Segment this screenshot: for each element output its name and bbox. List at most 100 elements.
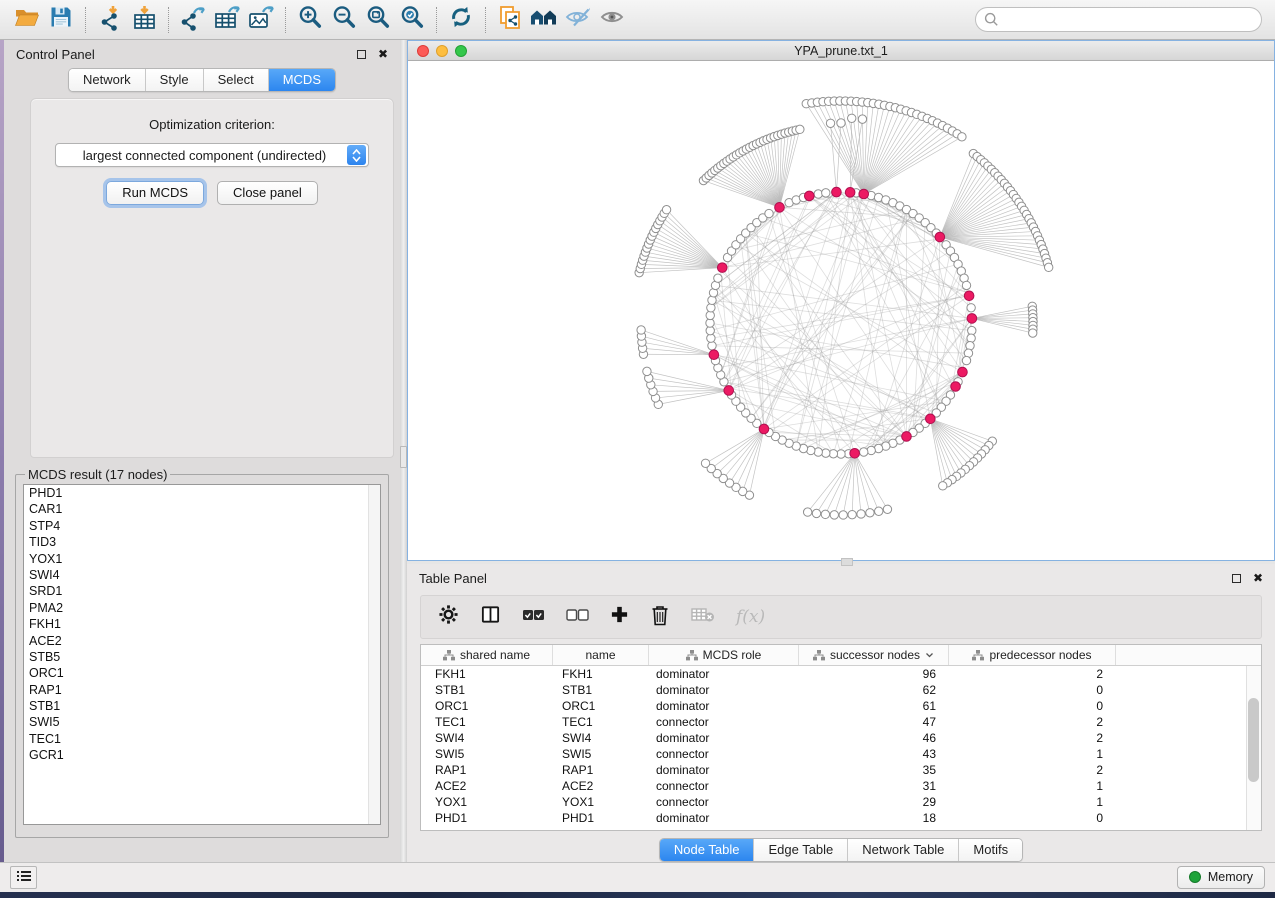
hide-selected-button[interactable] [561, 5, 595, 35]
table-scrollbar-thumb[interactable] [1248, 698, 1259, 782]
mcds-result-item[interactable]: FKH1 [24, 616, 380, 632]
export-image-button[interactable] [244, 5, 278, 35]
export-network-button[interactable] [176, 5, 210, 35]
export-table-button[interactable] [210, 5, 244, 35]
open-file-button[interactable] [10, 5, 44, 35]
table-row[interactable]: STB1STB1dominator620 [421, 682, 1261, 698]
tab-motifs[interactable]: Motifs [958, 839, 1022, 861]
maximize-window-icon[interactable] [455, 45, 467, 57]
splitter-grip[interactable] [841, 558, 853, 566]
control-panel: Control Panel ✖ Network Style Select MCD… [4, 40, 400, 862]
network-canvas[interactable] [408, 61, 1274, 560]
table-cell: ORC1 [553, 699, 649, 713]
close-window-icon[interactable] [417, 45, 429, 57]
delete-column-button[interactable] [650, 604, 670, 631]
mcds-result-item[interactable]: PMA2 [24, 600, 380, 616]
horizontal-splitter[interactable] [407, 561, 1275, 564]
table-settings-button[interactable] [438, 604, 459, 630]
vertical-splitter[interactable] [400, 40, 407, 862]
dropdown-stepper-icon [347, 145, 366, 165]
table-row[interactable]: RAP1RAP1dominator352 [421, 762, 1261, 778]
mcds-result-item[interactable]: YOX1 [24, 551, 380, 567]
mcds-result-item[interactable]: SWI5 [24, 714, 380, 730]
tab-select[interactable]: Select [203, 69, 268, 91]
tab-style[interactable]: Style [145, 69, 203, 91]
mcds-result-item[interactable]: STB5 [24, 649, 380, 665]
table-row[interactable]: ORC1ORC1dominator610 [421, 698, 1261, 714]
tab-node-table[interactable]: Node Table [660, 839, 754, 861]
select-all-rows-button[interactable] [522, 608, 545, 627]
table-row[interactable]: SWI5SWI5connector431 [421, 746, 1261, 762]
tab-mcds[interactable]: MCDS [268, 69, 335, 91]
import-table-button[interactable] [127, 5, 161, 35]
show-panels-button[interactable] [10, 866, 37, 889]
zoom-in-button[interactable] [293, 5, 327, 35]
close-panel-button[interactable]: Close panel [217, 181, 318, 205]
search-input[interactable] [975, 7, 1262, 32]
first-neighbors-button[interactable] [527, 5, 561, 35]
zoom-fit-button[interactable] [361, 5, 395, 35]
mcds-result-item[interactable]: STP4 [24, 518, 380, 534]
float-panel-icon[interactable] [1232, 574, 1241, 583]
zoom-selected-button[interactable] [395, 5, 429, 35]
table-row[interactable]: TEC1TEC1connector472 [421, 714, 1261, 730]
import-network-icon [97, 4, 124, 36]
splitter-grip[interactable] [400, 446, 407, 468]
mcds-result-item[interactable]: PHD1 [24, 485, 380, 501]
table-cell: SWI4 [553, 731, 649, 745]
eye-slash-icon [564, 5, 592, 34]
mcds-result-item[interactable]: ORC1 [24, 665, 380, 681]
apply-function-button[interactable]: f(x) [736, 607, 765, 627]
mcds-result-item[interactable]: TEC1 [24, 731, 380, 747]
mcds-result-item[interactable]: SWI4 [24, 567, 380, 583]
minimize-window-icon[interactable] [436, 45, 448, 57]
table-scrollbar[interactable] [1246, 666, 1261, 830]
deselect-all-rows-button[interactable] [566, 608, 589, 627]
save-session-button[interactable] [44, 5, 78, 35]
column-header-name[interactable]: name [553, 645, 649, 665]
delete-table-icon [691, 606, 715, 628]
table-row[interactable]: ACE2ACE2connector311 [421, 778, 1261, 794]
close-panel-icon[interactable]: ✖ [378, 48, 388, 60]
delete-table-button[interactable] [691, 606, 715, 628]
column-layout-button[interactable] [480, 604, 501, 630]
import-network-button[interactable] [93, 5, 127, 35]
refresh-button[interactable] [444, 5, 478, 35]
sitemap-icon [686, 650, 698, 661]
table-cell: connector [649, 779, 799, 793]
zoom-selected-icon [399, 4, 425, 35]
mcds-result-item[interactable]: TID3 [24, 534, 380, 550]
mcds-list-scrollbar[interactable] [368, 485, 380, 824]
mcds-result-item[interactable]: RAP1 [24, 682, 380, 698]
column-header-successor-nodes[interactable]: successor nodes [799, 645, 949, 665]
show-all-button[interactable] [595, 5, 629, 35]
tab-network-table[interactable]: Network Table [847, 839, 958, 861]
mcds-result-item[interactable]: STB1 [24, 698, 380, 714]
criterion-dropdown[interactable]: largest connected component (undirected) [55, 143, 369, 167]
column-header-predecessor-nodes[interactable]: predecessor nodes [949, 645, 1116, 665]
close-panel-icon[interactable]: ✖ [1253, 572, 1263, 584]
column-header-shared-name[interactable]: shared name [421, 645, 553, 665]
mcds-result-item[interactable]: SRD1 [24, 583, 380, 599]
memory-button[interactable]: Memory [1177, 866, 1265, 889]
float-panel-icon[interactable] [357, 50, 366, 59]
zoom-out-button[interactable] [327, 5, 361, 35]
mcds-result-item[interactable]: GCR1 [24, 747, 380, 763]
search-icon [984, 12, 999, 32]
mcds-result-item[interactable]: ACE2 [24, 633, 380, 649]
tab-network[interactable]: Network [69, 69, 145, 91]
table-row[interactable]: SWI4SWI4dominator462 [421, 730, 1261, 746]
table-row[interactable]: FKH1FKH1dominator962 [421, 666, 1261, 682]
column-header-mcds-role[interactable]: MCDS role [649, 645, 799, 665]
table-row[interactable]: YOX1YOX1connector291 [421, 794, 1261, 810]
trash-icon [650, 604, 670, 631]
sitemap-icon [443, 650, 455, 661]
run-mcds-button[interactable]: Run MCDS [106, 181, 204, 205]
table-row[interactable]: PHD1PHD1dominator180 [421, 810, 1261, 826]
mcds-result-item[interactable]: CAR1 [24, 501, 380, 517]
add-column-button[interactable] [610, 605, 629, 629]
clone-network-button[interactable] [493, 5, 527, 35]
table-cell: connector [649, 715, 799, 729]
tab-edge-table[interactable]: Edge Table [753, 839, 847, 861]
sort-chevron-icon [925, 652, 934, 658]
